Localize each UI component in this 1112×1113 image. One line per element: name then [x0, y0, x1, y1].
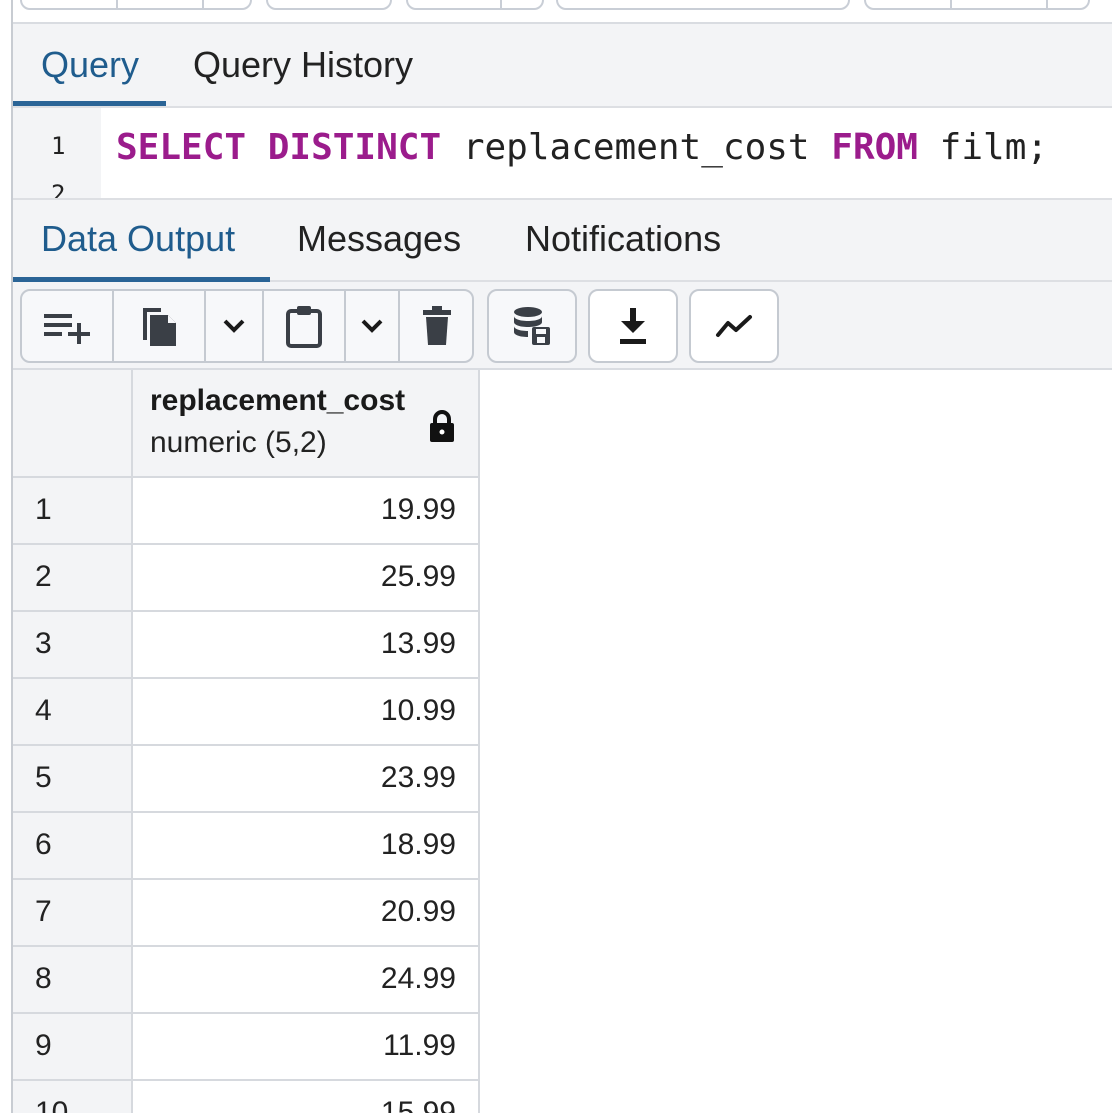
table-row[interactable]: 8 24.99 — [13, 947, 480, 1014]
cell-replacement-cost[interactable]: 25.99 — [381, 560, 456, 594]
row-number: 5 — [35, 761, 52, 794]
top-button-group-4[interactable] — [556, 0, 850, 10]
data-grid[interactable]: replacement_cost numeric (5,2) 1 19.99 22… — [13, 370, 480, 1113]
table-row[interactable]: 7 20.99 — [13, 880, 480, 947]
save-data-group — [487, 289, 577, 363]
table-row[interactable]: 2 25.99 — [13, 545, 480, 612]
row-number: 1 — [35, 493, 52, 526]
row-number: 3 — [35, 627, 52, 660]
row-number: 10 — [35, 1096, 69, 1113]
sql-keyword-distinct: DISTINCT — [267, 127, 442, 168]
graph-icon — [714, 313, 754, 339]
top-divider — [1046, 0, 1048, 10]
add-row-button[interactable] — [22, 291, 112, 361]
delete-button[interactable] — [400, 291, 474, 361]
line-number: 1 — [51, 132, 66, 160]
chevron-down-icon — [223, 319, 245, 333]
copy-options-dropdown[interactable] — [206, 291, 262, 361]
top-button-group-5[interactable] — [864, 0, 1090, 10]
tab-notifications[interactable]: Notifications — [525, 219, 721, 259]
cell-replacement-cost[interactable]: 18.99 — [381, 828, 456, 862]
row-number: 9 — [35, 1029, 52, 1062]
tab-query-history[interactable]: Query History — [193, 45, 413, 85]
panel-left-border — [0, 0, 13, 1113]
cell-replacement-cost[interactable]: 20.99 — [381, 895, 456, 929]
cell-replacement-cost[interactable]: 13.99 — [381, 627, 456, 661]
cell-replacement-cost[interactable]: 24.99 — [381, 962, 456, 996]
line-number: 2 — [51, 180, 66, 198]
tab-query[interactable]: Query — [41, 45, 139, 85]
save-data-button[interactable] — [489, 291, 575, 361]
row-number: 2 — [35, 560, 52, 593]
table-row[interactable]: 6 18.99 — [13, 813, 480, 880]
column-header[interactable]: replacement_cost numeric (5,2) — [13, 370, 480, 478]
row-number: 4 — [35, 694, 52, 727]
tab-query-underline — [13, 101, 166, 106]
sql-table-name: film; — [939, 127, 1049, 168]
row-number: 6 — [35, 828, 52, 861]
row-number: 7 — [35, 895, 52, 928]
sql-editor[interactable]: 1 2 SELECT DISTINCT replacement_cost FRO… — [13, 108, 1112, 198]
table-row[interactable]: 4 10.99 — [13, 679, 480, 746]
sql-code-line[interactable]: SELECT DISTINCT replacement_cost FROM fi… — [116, 126, 1048, 170]
query-tabs: Query Query History — [13, 24, 1112, 108]
top-divider — [202, 0, 204, 10]
add-row-icon — [42, 308, 92, 344]
result-tabs: Data Output Messages Notifications — [13, 198, 1112, 282]
lock-icon — [429, 410, 455, 447]
column-type: numeric (5,2) — [150, 426, 327, 459]
paste-options-dropdown[interactable] — [346, 291, 398, 361]
row-number: 8 — [35, 962, 52, 995]
edit-button-group — [20, 289, 474, 363]
tab-messages[interactable]: Messages — [297, 219, 461, 259]
top-divider — [950, 0, 952, 10]
cell-replacement-cost[interactable]: 11.99 — [383, 1029, 456, 1063]
top-divider — [500, 0, 502, 10]
top-toolbar-strip — [0, 0, 1112, 24]
graph-visualiser-button[interactable] — [691, 291, 777, 361]
data-output-toolbar — [13, 282, 1112, 370]
table-row[interactable]: 10 15.99 — [13, 1081, 480, 1113]
header-corner — [13, 370, 133, 476]
top-button-group-3[interactable] — [406, 0, 544, 10]
download-group — [588, 289, 678, 363]
copy-icon — [139, 304, 179, 348]
table-row[interactable]: 5 23.99 — [13, 746, 480, 813]
tab-data-output[interactable]: Data Output — [41, 219, 235, 259]
cell-replacement-cost[interactable]: 23.99 — [381, 761, 456, 795]
download-button[interactable] — [590, 291, 676, 361]
table-row[interactable]: 9 11.99 — [13, 1014, 480, 1081]
top-button-group-1[interactable] — [20, 0, 252, 10]
table-row[interactable]: 1 19.99 — [13, 478, 480, 545]
table-row[interactable]: 3 13.99 — [13, 612, 480, 679]
trash-icon — [421, 306, 453, 346]
line-number-gutter: 1 2 — [13, 108, 101, 198]
graph-group — [689, 289, 779, 363]
sql-column-name: replacement_cost — [462, 127, 810, 168]
copy-button[interactable] — [114, 291, 204, 361]
top-divider — [116, 0, 118, 10]
chevron-down-icon — [361, 319, 383, 333]
sql-keyword-from: FROM — [831, 127, 918, 168]
cell-replacement-cost[interactable]: 19.99 — [381, 493, 456, 527]
column-name: replacement_cost — [150, 384, 406, 417]
top-button-group-2[interactable] — [266, 0, 392, 10]
cell-replacement-cost[interactable]: 10.99 — [381, 694, 456, 728]
paste-icon — [285, 304, 323, 348]
sql-keyword-select: SELECT — [116, 127, 247, 168]
paste-button[interactable] — [264, 291, 344, 361]
cell-replacement-cost[interactable]: 15.99 — [381, 1096, 456, 1113]
save-data-icon — [512, 305, 552, 347]
download-icon — [618, 308, 648, 344]
